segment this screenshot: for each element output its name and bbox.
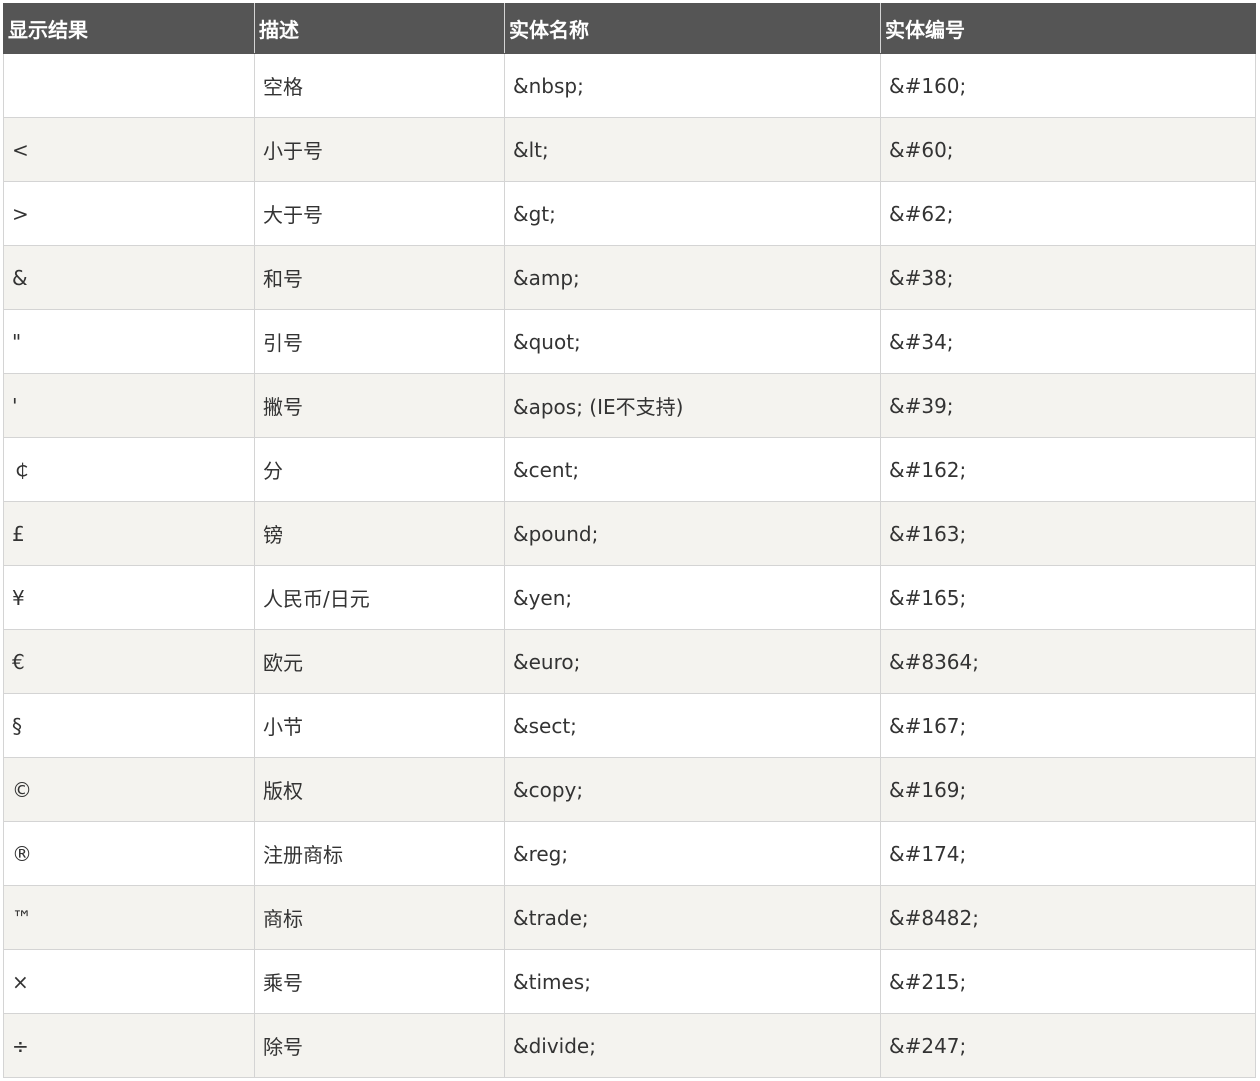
cell-entity-name: &reg; bbox=[504, 821, 881, 886]
cell-entity-name: &times; bbox=[504, 949, 881, 1014]
cell-entity-name: &amp; bbox=[504, 245, 881, 310]
cell-description: 和号 bbox=[254, 245, 505, 310]
table-row: § 小节 &sect; &#167; bbox=[3, 693, 1256, 758]
table-row: ÷ 除号 &divide; &#247; bbox=[3, 1013, 1256, 1078]
cell-entity-number: &#247; bbox=[880, 1013, 1256, 1078]
cell-display-result: ™ bbox=[3, 885, 255, 950]
cell-description: 空格 bbox=[254, 53, 505, 118]
table-row: < 小于号 &lt; &#60; bbox=[3, 117, 1256, 182]
cell-entity-name: &apos; (IE不支持) bbox=[504, 373, 881, 438]
cell-entity-name: &gt; bbox=[504, 181, 881, 246]
cell-entity-number: &#167; bbox=[880, 693, 1256, 758]
cell-description: 注册商标 bbox=[254, 821, 505, 886]
cell-description: 镑 bbox=[254, 501, 505, 566]
cell-display-result: ÷ bbox=[3, 1013, 255, 1078]
cell-entity-name: &lt; bbox=[504, 117, 881, 182]
cell-display-result: € bbox=[3, 629, 255, 694]
cell-display-result: ® bbox=[3, 821, 255, 886]
cell-entity-number: &#34; bbox=[880, 309, 1256, 374]
cell-entity-number: &#62; bbox=[880, 181, 1256, 246]
cell-display-result: ¥ bbox=[3, 565, 255, 630]
cell-entity-number: &#174; bbox=[880, 821, 1256, 886]
cell-entity-number: &#169; bbox=[880, 757, 1256, 822]
table-row: & 和号 &amp; &#38; bbox=[3, 245, 1256, 310]
cell-description: 分 bbox=[254, 437, 505, 502]
header-display-result: 显示结果 bbox=[3, 3, 255, 54]
table-row: 空格 &nbsp; &#160; bbox=[3, 53, 1256, 118]
table-row: ' 撇号 &apos; (IE不支持) &#39; bbox=[3, 373, 1256, 438]
cell-entity-name: &pound; bbox=[504, 501, 881, 566]
cell-description: 欧元 bbox=[254, 629, 505, 694]
cell-display-result: " bbox=[3, 309, 255, 374]
table-row: £ 镑 &pound; &#163; bbox=[3, 501, 1256, 566]
cell-entity-number: &#39; bbox=[880, 373, 1256, 438]
cell-display-result: £ bbox=[3, 501, 255, 566]
cell-description: 引号 bbox=[254, 309, 505, 374]
cell-description: 撇号 bbox=[254, 373, 505, 438]
header-entity-name: 实体名称 bbox=[504, 3, 881, 54]
cell-display-result: © bbox=[3, 757, 255, 822]
html-entity-table: 显示结果 描述 实体名称 实体编号 空格 &nbsp; &#160; < 小于号… bbox=[3, 3, 1256, 1078]
cell-description: 小节 bbox=[254, 693, 505, 758]
cell-entity-number: &#8482; bbox=[880, 885, 1256, 950]
table-body: 空格 &nbsp; &#160; < 小于号 &lt; &#60; > 大于号 … bbox=[3, 53, 1256, 1078]
cell-description: 除号 bbox=[254, 1013, 505, 1078]
table-header: 显示结果 描述 实体名称 实体编号 bbox=[3, 3, 1256, 54]
cell-entity-name: &cent; bbox=[504, 437, 881, 502]
cell-entity-name: &euro; bbox=[504, 629, 881, 694]
cell-display-result bbox=[3, 53, 255, 118]
cell-description: 小于号 bbox=[254, 117, 505, 182]
cell-description: 版权 bbox=[254, 757, 505, 822]
entity-table-container: 显示结果 描述 实体名称 实体编号 空格 &nbsp; &#160; < 小于号… bbox=[3, 3, 1256, 1078]
table-row: © 版权 &copy; &#169; bbox=[3, 757, 1256, 822]
cell-display-result: § bbox=[3, 693, 255, 758]
cell-display-result: × bbox=[3, 949, 255, 1014]
cell-entity-number: &#38; bbox=[880, 245, 1256, 310]
cell-description: 商标 bbox=[254, 885, 505, 950]
table-row: ￠ 分 &cent; &#162; bbox=[3, 437, 1256, 502]
cell-entity-name: &copy; bbox=[504, 757, 881, 822]
cell-display-result: > bbox=[3, 181, 255, 246]
table-row: ® 注册商标 &reg; &#174; bbox=[3, 821, 1256, 886]
cell-entity-number: &#165; bbox=[880, 565, 1256, 630]
header-description: 描述 bbox=[254, 3, 505, 54]
cell-description: 人民币/日元 bbox=[254, 565, 505, 630]
cell-description: 大于号 bbox=[254, 181, 505, 246]
cell-entity-name: &nbsp; bbox=[504, 53, 881, 118]
table-row: € 欧元 &euro; &#8364; bbox=[3, 629, 1256, 694]
header-entity-number: 实体编号 bbox=[880, 3, 1256, 54]
cell-entity-number: &#60; bbox=[880, 117, 1256, 182]
cell-display-result: < bbox=[3, 117, 255, 182]
cell-entity-number: &#162; bbox=[880, 437, 1256, 502]
table-row: " 引号 &quot; &#34; bbox=[3, 309, 1256, 374]
cell-description: 乘号 bbox=[254, 949, 505, 1014]
table-row: ¥ 人民币/日元 &yen; &#165; bbox=[3, 565, 1256, 630]
cell-entity-name: &trade; bbox=[504, 885, 881, 950]
cell-entity-number: &#8364; bbox=[880, 629, 1256, 694]
cell-entity-name: &sect; bbox=[504, 693, 881, 758]
cell-display-result: ￠ bbox=[3, 437, 255, 502]
cell-entity-number: &#163; bbox=[880, 501, 1256, 566]
cell-entity-number: &#160; bbox=[880, 53, 1256, 118]
table-row: ™ 商标 &trade; &#8482; bbox=[3, 885, 1256, 950]
cell-display-result: ' bbox=[3, 373, 255, 438]
cell-entity-name: &divide; bbox=[504, 1013, 881, 1078]
table-row: > 大于号 &gt; &#62; bbox=[3, 181, 1256, 246]
table-row: × 乘号 &times; &#215; bbox=[3, 949, 1256, 1014]
cell-entity-name: &yen; bbox=[504, 565, 881, 630]
cell-entity-name: &quot; bbox=[504, 309, 881, 374]
cell-entity-number: &#215; bbox=[880, 949, 1256, 1014]
cell-display-result: & bbox=[3, 245, 255, 310]
header-row: 显示结果 描述 实体名称 实体编号 bbox=[3, 3, 1256, 54]
